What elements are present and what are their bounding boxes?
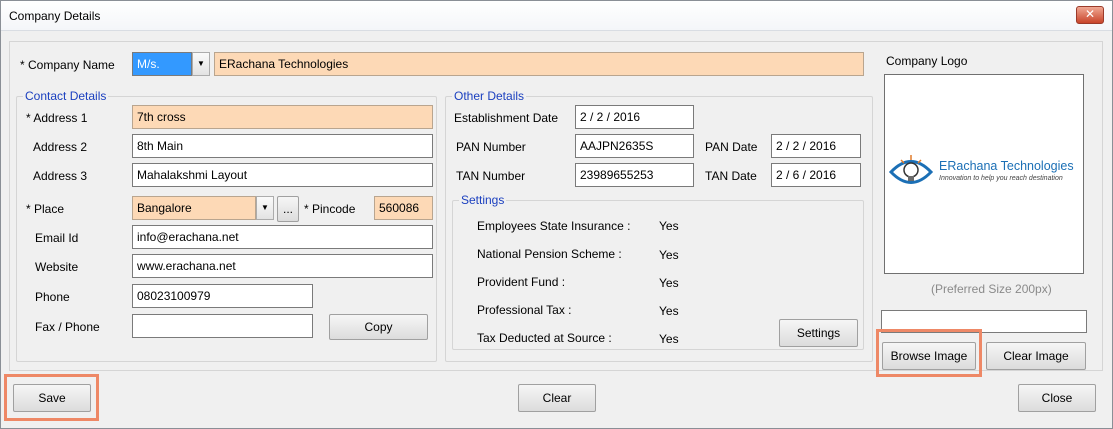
clear-image-button[interactable]: Clear Image [986,342,1086,370]
erachana-logo-icon [889,155,933,184]
setting-label: Employees State Insurance : [477,219,631,233]
address2-label: Address 2 [33,140,88,154]
company-logo-box: ERachana Technologies Innovation to help… [884,74,1084,274]
setting-label: Professional Tax : [477,303,572,317]
other-details-group: Other Details Establishment Date 2 / 2 /… [445,89,873,362]
logo-tagline: Innovation to help you reach destination [939,175,1063,182]
main-panel: * Company Name M/s. ▼ ERachana Technolog… [9,41,1103,371]
setting-value: Yes [659,248,679,262]
address1-label: * Address 1 [26,111,88,125]
address3-label: Address 3 [33,169,88,183]
close-button[interactable]: Close [1018,384,1096,412]
tan-number-input[interactable]: 23989655253 [575,163,694,187]
fax-input[interactable] [132,314,313,338]
company-prefix-select[interactable]: M/s. [132,52,192,76]
logo-image: ERachana Technologies Innovation to help… [889,147,1081,199]
email-input[interactable]: info@erachana.net [132,225,433,249]
address3-input[interactable]: Mahalakshmi Layout [132,163,433,187]
establishment-date-input[interactable]: 2 / 2 / 2016 [575,105,694,129]
window-title: Company Details [9,9,101,23]
website-label: Website [35,260,79,274]
setting-label: Tax Deducted at Source : [477,331,612,345]
pincode-input[interactable]: 560086 [374,196,433,220]
setting-label: National Pension Scheme : [477,247,622,261]
setting-value: Yes [659,332,679,346]
preferred-size-hint: (Preferred Size 200px) [931,282,1052,296]
browse-image-button[interactable]: Browse Image [882,342,976,370]
pan-date-input[interactable]: 2 / 2 / 2016 [771,134,861,158]
place-select[interactable]: Bangalore [132,196,256,220]
setting-value: Yes [659,304,679,318]
settings-group: Settings Employees State Insurance : Yes… [452,193,864,350]
fax-label: Fax / Phone [35,320,100,334]
settings-button[interactable]: Settings [779,319,858,347]
contact-details-group: Contact Details * Address 1 7th cross Ad… [16,89,437,362]
setting-value: Yes [659,219,679,233]
setting-value: Yes [659,276,679,290]
clear-button[interactable]: Clear [518,384,596,412]
establishment-date-label: Establishment Date [454,111,559,125]
settings-title: Settings [459,193,507,207]
logo-path-input[interactable] [881,310,1087,333]
phone-label: Phone [35,290,70,304]
logo-brand-name: ERachana Technologies [939,159,1074,173]
tan-date-label: TAN Date [705,169,757,183]
pan-date-label: PAN Date [705,140,758,154]
tan-number-label: TAN Number [456,169,526,183]
company-name-input[interactable]: ERachana Technologies [214,52,864,76]
company-details-window: Company Details ✕ * Company Name M/s. ▼ … [0,0,1113,429]
pan-number-label: PAN Number [456,140,526,154]
website-input[interactable]: www.erachana.net [132,254,433,278]
place-browse-button[interactable]: ... [277,196,299,222]
setting-label: Provident Fund : [477,275,566,289]
place-label: * Place [26,202,65,216]
company-name-label: * Company Name [20,58,115,72]
tan-date-input[interactable]: 2 / 6 / 2016 [771,163,861,187]
window-close-icon[interactable]: ✕ [1076,6,1104,24]
address2-input[interactable]: 8th Main [132,134,433,158]
email-label: Email Id [35,231,79,245]
title-bar: Company Details ✕ [1,1,1112,31]
address1-input[interactable]: 7th cross [132,105,433,129]
other-details-title: Other Details [452,89,527,103]
contact-details-title: Contact Details [23,89,109,103]
save-button[interactable]: Save [13,384,91,412]
place-dropdown-icon[interactable]: ▼ [256,196,274,220]
company-logo-label: Company Logo [886,54,968,68]
phone-input[interactable]: 08023100979 [132,284,313,308]
pincode-label: * Pincode [304,202,356,216]
copy-button[interactable]: Copy [329,314,428,340]
pan-number-input[interactable]: AAJPN2635S [575,134,694,158]
company-prefix-dropdown-icon[interactable]: ▼ [192,52,210,76]
